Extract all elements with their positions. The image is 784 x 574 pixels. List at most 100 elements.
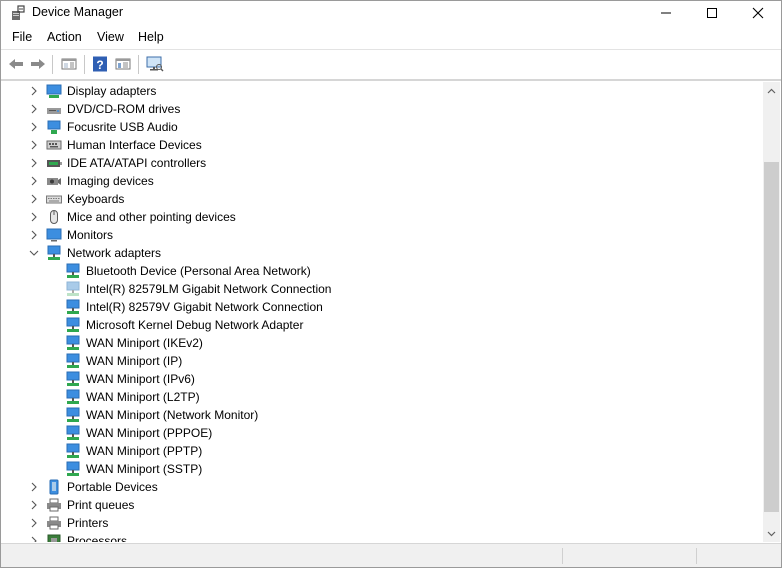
tree-item-dvd-drives[interactable]: DVD/CD-ROM drives [4,100,763,118]
forward-button[interactable] [29,55,47,73]
chevron-right-icon[interactable] [29,176,39,186]
scroll-up-icon [767,88,776,93]
chevron-right-icon[interactable] [29,122,39,132]
window-title: Device Manager [32,5,124,19]
tree-item-focusrite-usb-audio[interactable]: Focusrite USB Audio [4,118,763,136]
show-hide-button[interactable] [114,55,132,73]
chevron-down-icon[interactable] [29,248,39,258]
network-adapter-icon [66,425,80,440]
tree-item-network-adapters[interactable]: Network adapters [4,244,763,262]
tree-item-label: WAN Miniport (L2TP) [86,390,200,404]
monitor-icon [46,228,62,242]
scroll-up-button[interactable] [763,82,780,99]
mouse-icon [50,210,58,224]
tree-item-wan-l2tp[interactable]: WAN Miniport (L2TP) [4,388,763,406]
tree-item-ide-controllers[interactable]: IDE ATA/ATAPI controllers [4,154,763,172]
tree-item-wan-pppoe[interactable]: WAN Miniport (PPPOE) [4,424,763,442]
tree-item-mice[interactable]: Mice and other pointing devices [4,208,763,226]
tree-item-keyboards[interactable]: Keyboards [4,190,763,208]
printer-icon [47,498,61,512]
chevron-right-icon[interactable] [29,86,39,96]
chevron-right-icon[interactable] [29,212,39,222]
toolbar-separator [138,55,139,74]
scroll-down-button[interactable] [763,525,780,542]
tree-item-intel-82579v[interactable]: Intel(R) 82579V Gigabit Network Connecti… [4,298,763,316]
tree-item-monitors[interactable]: Monitors [4,226,763,244]
tree-item-label: Human Interface Devices [67,138,202,152]
back-icon [9,59,23,69]
tree-item-label: Processors [67,534,128,542]
chevron-right-icon[interactable] [29,194,39,204]
network-adapter-icon [66,389,80,404]
ide-controller-icon [47,160,62,167]
menu-bar: File Action View Help [1,28,781,48]
properties-pane-icon [61,58,77,70]
tree-item-label: IDE ATA/ATAPI controllers [67,156,207,170]
minimize-button[interactable] [643,1,689,25]
tree-item-printers[interactable]: Printers [4,514,763,532]
status-bar [1,543,781,567]
scrollbar-thumb[interactable] [764,162,779,512]
tree-item-hid[interactable]: Human Interface Devices [4,136,763,154]
tree-item-imaging-devices[interactable]: Imaging devices [4,172,763,190]
chevron-right-icon[interactable] [29,230,39,240]
chevron-right-icon[interactable] [29,158,39,168]
chevron-right-icon[interactable] [29,518,39,528]
network-adapter-icon [66,263,80,278]
portable-device-icon [49,479,59,495]
scan-hardware-button[interactable] [146,55,164,73]
chevron-right-icon[interactable] [29,536,39,542]
camera-icon [47,178,61,185]
device-tree[interactable]: Display adapters DVD/CD-ROM drives Focus… [4,82,763,542]
menu-help[interactable]: Help [138,30,164,44]
help-button[interactable]: ? [91,55,109,73]
chevron-right-icon[interactable] [29,500,39,510]
tree-item-label: Print queues [67,498,135,512]
tree-item-wan-network-monitor[interactable]: WAN Miniport (Network Monitor) [4,406,763,424]
network-adapter-disabled-icon [66,281,80,296]
tree-item-print-queues[interactable]: Print queues [4,496,763,514]
chevron-right-icon[interactable] [29,104,39,114]
tree-item-wan-ipv6[interactable]: WAN Miniport (IPv6) [4,370,763,388]
toolbar: ? [1,50,781,78]
tree-item-label: Display adapters [67,84,157,98]
tree-item-label: WAN Miniport (PPTP) [86,444,203,458]
help-icon: ? [93,56,107,72]
close-button[interactable] [735,1,781,25]
tree-item-kernel-debug-adapter[interactable]: Microsoft Kernel Debug Network Adapter [4,316,763,334]
chevron-right-icon[interactable] [29,482,39,492]
tree-item-display-adapters[interactable]: Display adapters [4,82,763,100]
tree-item-processors[interactable]: Processors [4,532,763,542]
tree-item-wan-pptp[interactable]: WAN Miniport (PPTP) [4,442,763,460]
tree-item-label: Keyboards [67,192,125,206]
tree-item-wan-ikev2[interactable]: WAN Miniport (IKEv2) [4,334,763,352]
chevron-right-icon[interactable] [29,140,39,150]
tree-item-label: WAN Miniport (IP) [86,354,183,368]
tree-item-bluetooth-pan[interactable]: Bluetooth Device (Personal Area Network) [4,262,763,280]
hid-icon [46,140,62,150]
network-adapter-icon [66,443,80,458]
tree-item-label: Imaging devices [67,174,154,188]
toolbar-separator [84,55,85,74]
tree-item-wan-ip[interactable]: WAN Miniport (IP) [4,352,763,370]
back-button[interactable] [7,55,25,73]
menu-file[interactable]: File [12,30,32,44]
network-adapter-icon [66,461,80,476]
title-bar[interactable]: Device Manager [1,1,781,25]
properties-pane-button[interactable] [60,55,78,73]
close-icon [752,7,764,19]
maximize-button[interactable] [689,1,735,25]
menu-action[interactable]: Action [47,30,82,44]
tree-item-label: WAN Miniport (SSTP) [86,462,203,476]
network-adapter-icon [47,245,61,260]
network-adapter-icon [66,299,80,314]
toolbar-border [1,79,781,81]
tree-item-intel-82579lm[interactable]: Intel(R) 82579LM Gigabit Network Connect… [4,280,763,298]
tree-item-wan-sstp[interactable]: WAN Miniport (SSTP) [4,460,763,478]
tree-item-portable-devices[interactable]: Portable Devices [4,478,763,496]
device-manager-window: Device Manager File Action View Help ? D… [0,0,782,568]
tree-item-label: DVD/CD-ROM drives [67,102,181,116]
svg-text:?: ? [96,58,103,72]
menu-view[interactable]: View [97,30,124,44]
vertical-scrollbar[interactable] [763,82,780,542]
